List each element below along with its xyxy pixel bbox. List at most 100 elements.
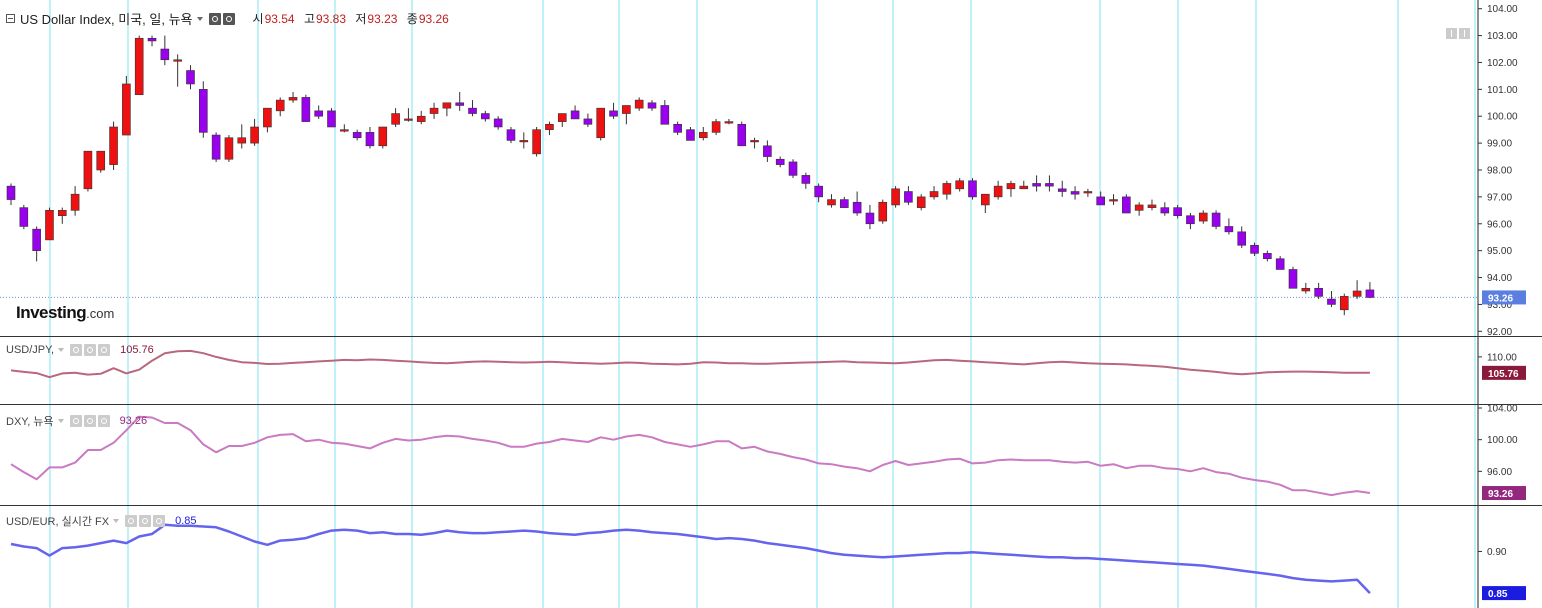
collapse-icon[interactable] — [6, 14, 15, 23]
chevron-down-icon[interactable] — [113, 519, 120, 523]
settings-icon[interactable] — [125, 515, 138, 527]
close-icon[interactable] — [98, 344, 111, 356]
candle-body — [1109, 199, 1118, 202]
y-tick-label: 100.00 — [1487, 112, 1518, 123]
open-value: 93.54 — [264, 12, 295, 26]
candlestick-series — [6, 35, 1375, 316]
candle-body — [788, 161, 798, 176]
symbol-label[interactable]: US Dollar Index, 미국, 일, 뉴욕 — [20, 9, 193, 28]
usdeur-title[interactable]: USD/EUR, 실시간 FX — [6, 513, 109, 529]
settings-icon[interactable] — [208, 12, 221, 25]
gear-icon[interactable] — [84, 344, 97, 356]
candle-body — [314, 110, 323, 117]
candle-body — [583, 118, 593, 125]
gear-icon[interactable] — [222, 12, 235, 25]
candle-body — [378, 126, 388, 147]
y-tick-label: 104.00 — [1487, 4, 1518, 15]
candle-body — [545, 123, 554, 130]
candle-body — [1237, 231, 1247, 246]
chevron-down-icon[interactable] — [58, 348, 65, 352]
chart-canvas[interactable]: 104.00 103.00 102.00 101.00 100.00 99.00 98.00… — [0, 0, 1542, 608]
candle-body — [904, 191, 913, 203]
usdjpy-title[interactable]: USD/JPY, — [6, 344, 54, 356]
candle-body — [814, 185, 823, 198]
y-tick-label: 101.00 — [1487, 85, 1518, 96]
candle-body — [1032, 183, 1041, 187]
candle-body — [673, 123, 682, 133]
usdeur-value: 0.85 — [175, 515, 197, 527]
candle-body — [955, 180, 964, 190]
dxy-title[interactable]: DXY, 뉴욕 — [6, 413, 54, 429]
close-icon[interactable] — [153, 515, 166, 527]
candle-body — [288, 97, 298, 101]
scale-toggle-icon[interactable] — [1446, 28, 1457, 39]
candle-body — [327, 110, 336, 128]
dxy-line — [10, 415, 1371, 497]
low-key: 저 — [355, 12, 367, 26]
candle-body — [237, 137, 247, 144]
close-value: 93.26 — [418, 12, 449, 26]
candle-body — [224, 137, 234, 160]
candle-body — [891, 188, 900, 206]
main-price-badge: 93.26 — [1488, 293, 1513, 304]
candle-body — [186, 70, 195, 85]
candle-body — [429, 107, 439, 114]
candle-body — [981, 193, 990, 206]
candle-body — [519, 140, 529, 143]
candle-body — [70, 193, 80, 211]
candle-body — [493, 118, 503, 128]
candle-body — [83, 150, 93, 190]
usdjpy-price-badge: 105.76 — [1488, 369, 1519, 380]
candle-body — [211, 134, 221, 160]
candle-body — [96, 150, 106, 171]
chevron-down-icon[interactable] — [196, 16, 203, 21]
chevron-down-icon[interactable] — [57, 419, 64, 423]
usdeur-header: USD/EUR, 실시간 FX 0.85 — [6, 513, 197, 529]
logo-main: Investing — [16, 303, 87, 322]
candle-body — [1160, 207, 1170, 214]
candle-body — [865, 212, 875, 225]
candle-body — [557, 113, 567, 122]
candle-body — [275, 99, 285, 112]
candle-body — [609, 110, 618, 117]
candle-body — [775, 158, 785, 165]
y-tick-label: 94.00 — [1487, 273, 1512, 284]
candle-body — [711, 121, 721, 133]
y-tick-label: 92.00 — [1487, 327, 1512, 338]
gear-icon[interactable] — [83, 415, 96, 427]
candle-body — [647, 102, 657, 109]
close-icon[interactable] — [97, 415, 110, 427]
candle-body — [109, 126, 118, 165]
candle-body — [1339, 296, 1349, 311]
main-chart-header: US Dollar Index, 미국, 일, 뉴욕 시93.54 고93.83… — [6, 9, 449, 28]
candle-body — [942, 183, 952, 195]
settings-icon[interactable] — [70, 344, 83, 356]
candle-body — [1122, 196, 1131, 214]
candle-body — [263, 107, 272, 128]
candle-body — [570, 110, 580, 120]
candle-body — [660, 105, 670, 125]
candle-body — [45, 210, 54, 241]
gear-icon[interactable] — [139, 515, 152, 527]
candle-body — [839, 199, 849, 208]
candle-body — [340, 129, 349, 132]
candle-body — [1186, 215, 1195, 225]
candle-body — [1147, 204, 1157, 208]
investing-logo: Investing.com — [16, 303, 114, 323]
y-tick-label: 100.00 — [1487, 435, 1518, 446]
candle-body — [1288, 269, 1298, 289]
scale-lock-icon[interactable] — [1459, 28, 1470, 39]
candle-body — [506, 129, 516, 141]
candle-body — [19, 207, 29, 227]
candle-body — [147, 37, 157, 42]
y-tick-label: 0.90 — [1487, 547, 1507, 558]
candle-body — [1327, 298, 1336, 305]
y-tick-label: 97.00 — [1487, 192, 1512, 203]
candle-body — [352, 132, 362, 139]
settings-icon[interactable] — [69, 415, 82, 427]
candle-body — [468, 107, 477, 114]
candle-body — [32, 228, 41, 251]
candle-body — [455, 102, 465, 106]
candle-body — [1263, 253, 1272, 260]
candle-body — [993, 185, 1003, 198]
